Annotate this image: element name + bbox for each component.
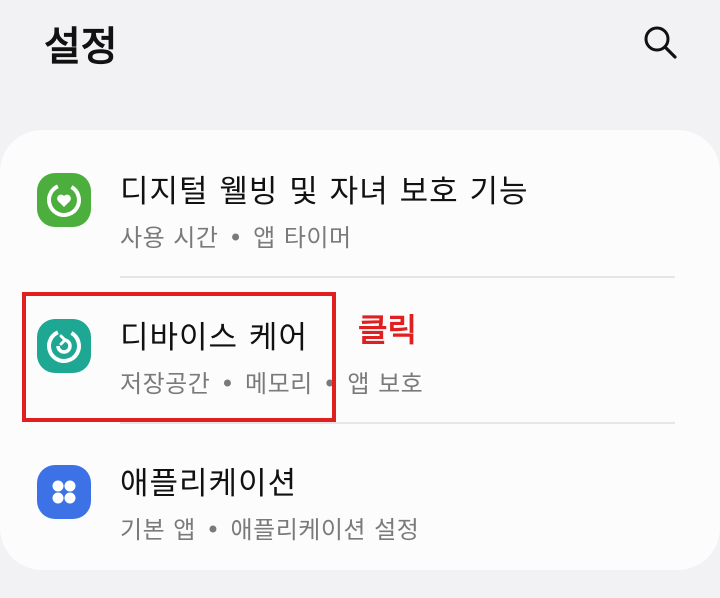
item-subtitle: 기본 앱 • 애플리케이션 설정 (120, 510, 419, 545)
separator-dot: • (228, 224, 244, 252)
page-title: 설정 (44, 24, 118, 70)
settings-item-applications[interactable]: 애플리케이션 기본 앱 • 애플리케이션 설정 (0, 422, 720, 562)
subtitle-part: 앱 타이머 (253, 224, 352, 252)
subtitle-part: 사용 시간 (120, 224, 219, 252)
item-title: 애플리케이션 (120, 466, 298, 502)
item-subtitle: 사용 시간 • 앱 타이머 (120, 218, 352, 253)
divider (120, 276, 675, 278)
subtitle-part: 기본 앱 (120, 516, 196, 544)
apps-icon (37, 465, 91, 519)
annotation-label: 클릭 (358, 311, 417, 349)
subtitle-part: 애플리케이션 설정 (230, 516, 420, 544)
divider (120, 422, 675, 424)
search-icon[interactable] (640, 22, 680, 62)
digital-wellbeing-icon (37, 173, 91, 227)
annotation-highlight-box (22, 292, 336, 422)
subtitle-part: 앱 보호 (347, 370, 424, 398)
app-header: 설정 (0, 0, 720, 90)
item-title: 디지털 웰빙 및 자녀 보호 기능 (120, 174, 529, 210)
separator-dot: • (205, 516, 221, 544)
settings-item-digital-wellbeing[interactable]: 디지털 웰빙 및 자녀 보호 기능 사용 시간 • 앱 타이머 (0, 130, 720, 270)
